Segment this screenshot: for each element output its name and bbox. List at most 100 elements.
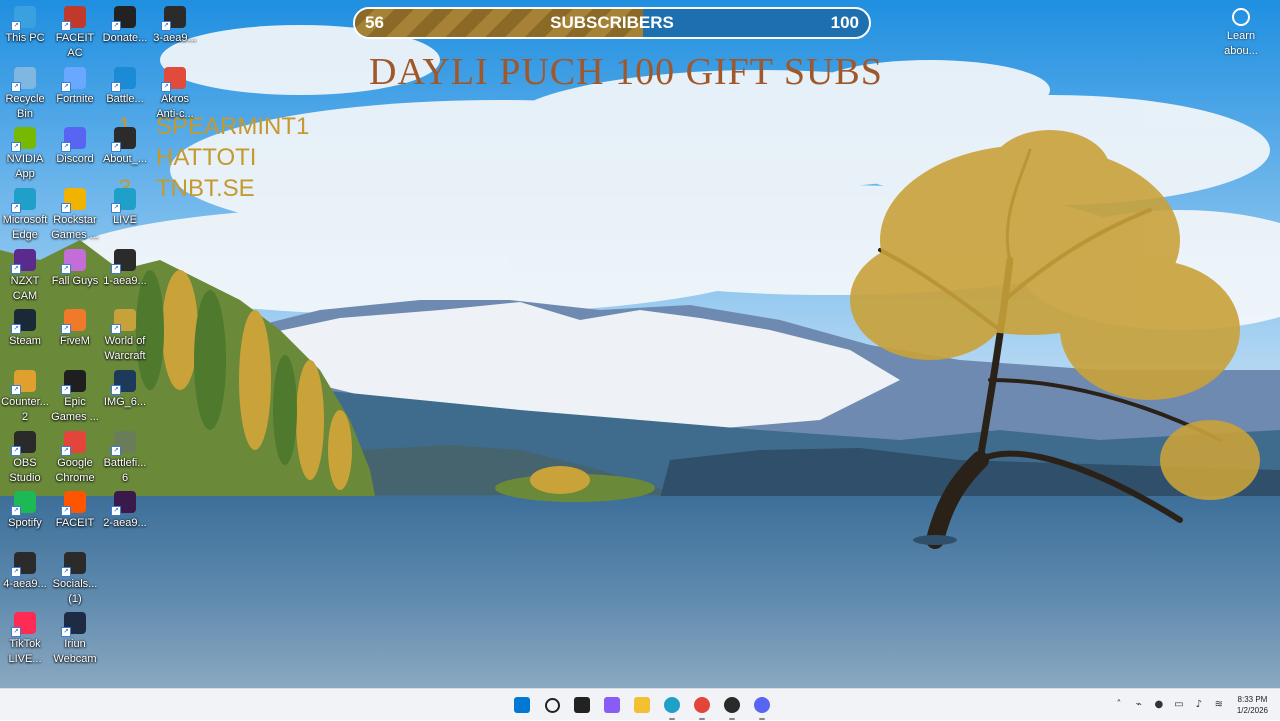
taskbar: ˄ ⌁ ● ▭ ♪ ≋ 8:33 PM 1/2/2026	[0, 688, 1280, 720]
desktop-icon-label: This PC	[5, 32, 45, 44]
discord-icon	[754, 697, 770, 713]
taskbar-clock[interactable]: 8:33 PM 1/2/2026	[1237, 694, 1268, 716]
taskbar-app-button[interactable]	[750, 693, 774, 720]
shortcut-arrow-icon: ↗	[11, 142, 21, 152]
taskbar-app-button[interactable]	[570, 693, 594, 717]
desktop-icon-label: Rockstar Games ...	[51, 214, 99, 241]
desktop-icon[interactable]: ↗ 1-aea9...	[100, 245, 150, 289]
desktop-icon[interactable]: ↗ Battle...	[100, 63, 150, 107]
steam-icon: ↗	[11, 309, 36, 334]
desktop-icon[interactable]: ↗ NVIDIA App	[0, 123, 50, 182]
desktop-icon[interactable]: ↗ Battlefi... 6	[100, 427, 150, 486]
network-icon[interactable]: ⌁	[1133, 699, 1145, 711]
image-file-icon: ↗	[111, 491, 136, 516]
desktop-icon-label: TikTok LIVE...	[8, 638, 42, 665]
desktop-icon[interactable]: ↗ Akros Anti-c...	[150, 63, 200, 122]
taskbar-app-button[interactable]	[720, 693, 744, 720]
display-icon[interactable]: ▭	[1173, 699, 1185, 711]
desktop-icon[interactable]: ↗ LIVE	[100, 184, 150, 228]
desktop-icon[interactable]: ↗ World of Warcraft	[100, 305, 150, 364]
desktop-icon[interactable]: ↗ This PC	[0, 2, 50, 46]
shortcut-arrow-icon: ↗	[61, 142, 71, 152]
desktop-icon[interactable]: ↗ 3-aea9...	[150, 2, 200, 46]
volume-icon[interactable]: ♪	[1193, 699, 1205, 711]
taskbar-app-button[interactable]	[540, 693, 564, 717]
taskbar-app-button[interactable]	[600, 693, 624, 717]
donate-file-icon: ↗	[111, 249, 136, 274]
chevron-up-icon[interactable]: ˄	[1113, 699, 1125, 711]
shortcut-arrow-icon: ↗	[11, 264, 21, 274]
wifi-icon[interactable]: ≋	[1213, 699, 1225, 711]
chrome-icon	[694, 697, 710, 713]
file-explorer-icon	[634, 697, 650, 713]
desktop-icon-label: NZXT CAM	[10, 275, 40, 302]
desktop-icon[interactable]: ↗ Spotify	[0, 487, 50, 531]
taskbar-app-button[interactable]	[630, 693, 654, 717]
desktop-icon[interactable]: ↗ Fall Guys	[50, 245, 100, 289]
shortcut-arrow-icon: ↗	[111, 324, 121, 334]
desktop-icon[interactable]: ↗ FiveM	[50, 305, 100, 349]
battlefield-icon: ↗	[111, 431, 136, 456]
desktop-icon[interactable]: ↗ FACEIT	[50, 487, 100, 531]
desktop-icon-label: About_...	[102, 153, 148, 165]
desktop-icon[interactable]: ↗ 2-aea9...	[100, 487, 150, 531]
desktop-icon[interactable]: ↗ Discord	[50, 123, 100, 167]
desktop-icon-label: LIVE	[113, 214, 137, 226]
desktop-icon[interactable]: ↗ Epic Games ...	[50, 366, 100, 425]
microphone-icon[interactable]: ●	[1153, 699, 1165, 711]
wow-icon: ↗	[111, 309, 136, 334]
rockstar-icon: ↗	[61, 188, 86, 213]
obs-icon: ↗	[11, 431, 36, 456]
desktop-icon[interactable]: ↗ Iriun Webcam	[50, 608, 100, 667]
desktop-icon[interactable]: ↗ Microsoft Edge	[0, 184, 50, 243]
desktop-icon-label: 1-aea9...	[103, 275, 147, 287]
faceit-icon: ↗	[61, 491, 86, 516]
subscriber-goal-bar: SUBSCRIBERS 56 100	[353, 7, 871, 39]
learn-about-picture[interactable]: Learn abou...	[1216, 6, 1266, 59]
shortcut-arrow-icon: ↗	[61, 446, 71, 456]
taskbar-app-button[interactable]	[510, 693, 534, 717]
desktop-icon[interactable]: ↗ Socials... (1)	[50, 548, 100, 607]
desktop-icon-label: OBS Studio	[9, 457, 41, 484]
image-file-icon: ↗	[111, 370, 136, 395]
copilot-icon	[604, 697, 620, 713]
shortcut-arrow-icon: ↗	[11, 446, 21, 456]
shortcut-arrow-icon: ↗	[11, 567, 21, 577]
desktop-icon-label: Socials... (1)	[52, 578, 98, 605]
shortcut-arrow-icon: ↗	[111, 264, 121, 274]
desktop-icon[interactable]: ↗ OBS Studio	[0, 427, 50, 486]
shortcut-arrow-icon: ↗	[111, 385, 121, 395]
clock-time: 8:33 PM	[1237, 695, 1268, 704]
donate-icon: ↗	[111, 6, 136, 31]
desktop-icon[interactable]: ↗ FACEIT AC	[50, 2, 100, 61]
desktop-icon-label: 4-aea9...	[3, 578, 47, 590]
epic-icon: ↗	[61, 370, 86, 395]
desktop-icon[interactable]: ↗ TikTok LIVE...	[0, 608, 50, 667]
battlenet-icon: ↗	[111, 67, 136, 92]
shortcut-arrow-icon: ↗	[61, 82, 71, 92]
desktop-icon-label: Donate...	[102, 32, 148, 44]
desktop-icon[interactable]: ↗ 4-aea9...	[0, 548, 50, 592]
desktop-icon[interactable]: ↗ Steam	[0, 305, 50, 349]
nvidia-icon: ↗	[11, 127, 36, 152]
desktop-icon[interactable]: ↗ IMG_6...	[100, 366, 150, 410]
edge-icon: ↗	[11, 188, 36, 213]
desktop-icon[interactable]: ↗ Rockstar Games ...	[50, 184, 100, 243]
taskbar-app-button[interactable]	[690, 693, 714, 720]
fivem-icon: ↗	[61, 309, 86, 334]
desktop-icon[interactable]: ↗ Fortnite	[50, 63, 100, 107]
desktop-icon[interactable]: ↗ About_...	[100, 123, 150, 167]
desktop-icon[interactable]: ↗ Google Chrome	[50, 427, 100, 486]
desktop-icon[interactable]: ↗ Donate...	[100, 2, 150, 46]
desktop-icon[interactable]: ↗ Counter... 2	[0, 366, 50, 425]
edge-live-icon: ↗	[111, 188, 136, 213]
search-icon	[544, 697, 560, 713]
desktop-icon-label: Google Chrome	[55, 457, 95, 484]
taskbar-app-button[interactable]	[660, 693, 684, 720]
desktop-icon-grid: ↗ This PC ↗ FACEIT AC ↗ Donate... ↗ 3-aea9... ↗ R…	[0, 0, 210, 688]
desktop-icon[interactable]: ↗ Recycle Bin	[0, 63, 50, 122]
desktop-icon[interactable]: ↗ NZXT CAM	[0, 245, 50, 304]
obs-icon	[724, 697, 740, 713]
shortcut-arrow-icon: ↗	[61, 203, 71, 213]
shortcut-arrow-icon: ↗	[61, 324, 71, 334]
